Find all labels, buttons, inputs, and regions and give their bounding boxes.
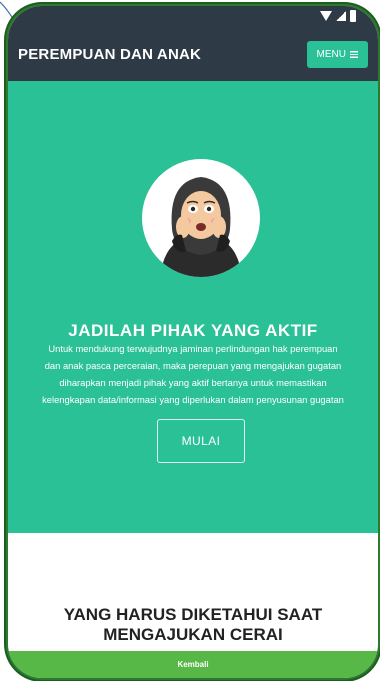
section-title-line: YANG HARUS DIKETAHUI SAAT: [63, 605, 323, 624]
woman-avatar-illustration: [142, 159, 260, 277]
phone-screen: PEREMPUAN DAN ANAK MENU JADILAH PIHAK YA…: [8, 6, 378, 678]
hero-description-line: diharapkan menjadi pihak yang aktif bert…: [59, 377, 327, 388]
status-icons: [320, 10, 356, 22]
app-title: PEREMPUAN DAN ANAK: [18, 46, 202, 63]
battery-icon: [350, 10, 356, 22]
section-title: YANG HARUS DIKETAHUI SAAT MENGAJUKAN CER…: [8, 605, 378, 645]
status-bar: [8, 6, 378, 28]
start-button[interactable]: MULAI: [157, 419, 245, 463]
woman-illustration-icon: [160, 177, 242, 277]
menu-button[interactable]: MENU: [306, 41, 368, 68]
wifi-icon: [320, 11, 332, 21]
hamburger-icon: [350, 51, 358, 58]
hero-section: JADILAH PIHAK YANG AKTIF Untuk mendukung…: [8, 81, 378, 533]
hero-description-line: dan anak pasca perceraian, maka perepuan…: [44, 360, 342, 371]
section-title-line: MENGAJUKAN CERAI: [103, 625, 283, 644]
back-button[interactable]: Kembali: [8, 651, 378, 678]
signal-icon: [336, 11, 346, 21]
hero-description-line: Untuk mendukung terwujudnya jaminan perl…: [48, 343, 338, 354]
hero-description-line: kelengkapan data/informasi yang diperluk…: [42, 394, 344, 405]
hero-title: JADILAH PIHAK YANG AKTIF: [68, 321, 318, 340]
top-navbar: PEREMPUAN DAN ANAK MENU: [8, 28, 378, 81]
menu-label: MENU: [316, 49, 346, 60]
hero-description: Untuk mendukung terwujudnya jaminan perl…: [12, 340, 374, 408]
